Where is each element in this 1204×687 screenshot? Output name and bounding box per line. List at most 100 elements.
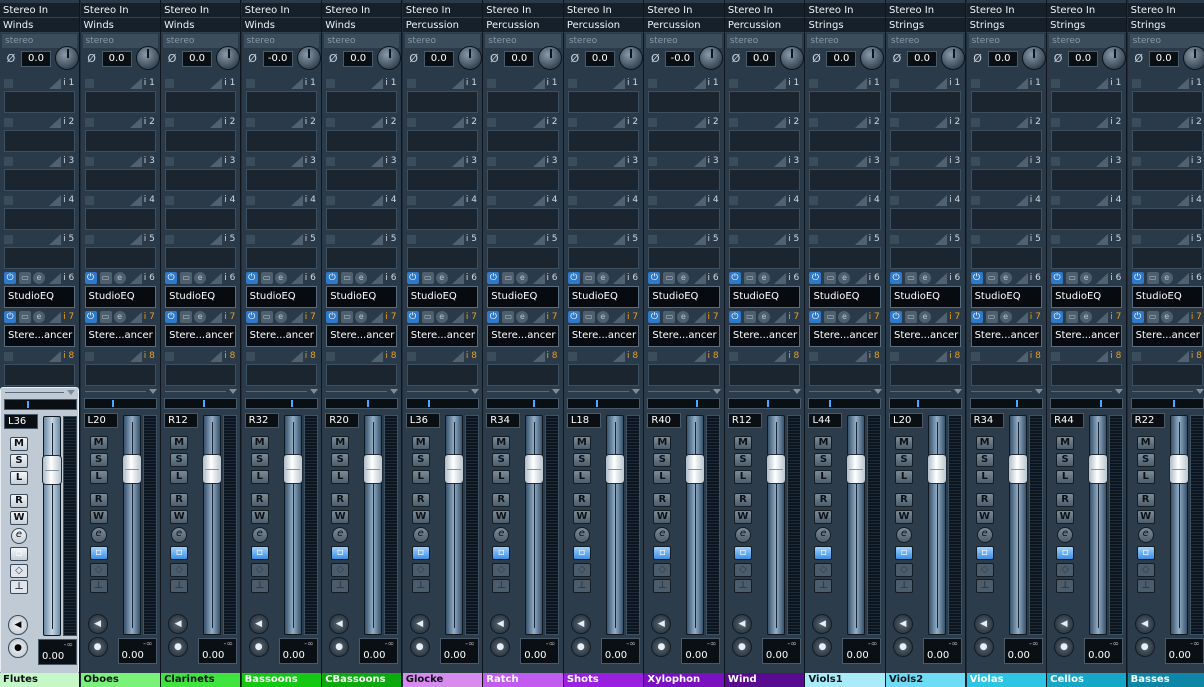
insert-bypass-icon[interactable]: ▭	[180, 272, 193, 284]
pan-slider[interactable]	[405, 398, 479, 409]
monitor-icon[interactable]: ▫	[572, 546, 591, 560]
insert-bypass-icon[interactable]: ▭	[905, 272, 918, 284]
phase-invert-button[interactable]: Ø	[3, 52, 19, 66]
listen-button[interactable]: L	[411, 470, 430, 484]
edit-channel-button[interactable]: e	[815, 527, 832, 543]
edit-channel-button[interactable]: e	[654, 527, 671, 543]
insert-bypass-icon[interactable]: ▭	[99, 311, 112, 323]
insert-bypass-icon[interactable]: ▭	[19, 272, 31, 284]
channel-name[interactable]: Xylophon	[644, 673, 724, 687]
insert-edit-icon[interactable]: e	[999, 311, 1012, 323]
routing-icon[interactable]: ⊥	[250, 579, 269, 593]
insert-edit-icon[interactable]: e	[1160, 272, 1173, 284]
pan-slider[interactable]	[566, 398, 640, 409]
insert-edit-icon[interactable]: e	[435, 272, 448, 284]
pan-slider[interactable]	[727, 398, 801, 409]
edit-channel-button[interactable]: e	[11, 528, 27, 544]
insert-edit-icon[interactable]: e	[274, 272, 287, 284]
input-gain-field[interactable]: 0.0	[423, 51, 454, 67]
routing-icon[interactable]: ⊥	[1136, 579, 1155, 593]
write-automation-button[interactable]: W	[572, 510, 591, 524]
monitor-icon[interactable]: ▫	[653, 546, 672, 560]
insert-slot-plugin[interactable]: Stere...ancer	[1131, 325, 1203, 347]
volume-fader-track[interactable]	[1088, 415, 1109, 635]
read-automation-button[interactable]: R	[170, 493, 189, 507]
insert-slot-plugin[interactable]: Stere...ancer	[970, 325, 1042, 347]
insert-slot-empty[interactable]	[4, 91, 76, 113]
volume-field[interactable]: -∞ 0.00	[198, 638, 238, 664]
speaker-icon[interactable]: ◀	[329, 614, 350, 634]
volume-fader-handle[interactable]	[1168, 454, 1189, 484]
speaker-icon[interactable]: ◀	[1054, 614, 1075, 634]
insert-edit-icon[interactable]: e	[1080, 311, 1093, 323]
insert-slot-plugin[interactable]: Stere...ancer	[406, 325, 478, 347]
input-routing[interactable]: Stereo In	[563, 3, 644, 18]
solo-button[interactable]: S	[1056, 453, 1075, 467]
gain-knob[interactable]	[457, 46, 482, 70]
insert-slot-plugin[interactable]: StudioEQ	[84, 286, 156, 308]
channel-name[interactable]: CBassoons	[322, 673, 402, 687]
insert-bypass-icon[interactable]: ▭	[99, 272, 112, 284]
speaker-icon[interactable]: ◀	[651, 614, 672, 634]
volume-field[interactable]: -∞ 0.00	[439, 638, 479, 664]
speaker-icon[interactable]: ◀	[409, 614, 430, 634]
record-enable-icon[interactable]: ●	[731, 637, 752, 657]
volume-fader-handle[interactable]	[282, 454, 303, 484]
solo-button[interactable]: S	[411, 453, 430, 467]
group-routing[interactable]: Winds	[80, 18, 160, 33]
insert-slot-empty[interactable]	[648, 169, 720, 191]
insert-bypass-icon[interactable]: ◇	[10, 564, 28, 578]
insert-bypass-icon[interactable]: ▭	[1066, 311, 1079, 323]
routing-icon[interactable]: ⊥	[89, 579, 108, 593]
listen-button[interactable]: L	[653, 470, 672, 484]
channel-name[interactable]: Clarinets	[161, 673, 241, 687]
fader-menu-arrow-icon[interactable]	[1195, 389, 1204, 394]
insert-edit-icon[interactable]: e	[677, 272, 690, 284]
insert-bypass-icon[interactable]: ▭	[743, 311, 756, 323]
pan-value[interactable]: R22	[1130, 413, 1165, 428]
read-automation-button[interactable]: R	[733, 493, 752, 507]
monitor-icon[interactable]: ▫	[89, 546, 108, 560]
insert-slot-empty[interactable]	[1051, 208, 1123, 230]
pan-slider[interactable]	[83, 398, 157, 409]
insert-power-icon[interactable]: ⏻	[245, 311, 258, 323]
insert-power-icon[interactable]: ⏻	[326, 272, 339, 284]
insert-edit-icon[interactable]: e	[194, 311, 207, 323]
insert-slot-empty[interactable]	[809, 208, 881, 230]
insert-slot-empty[interactable]	[728, 208, 801, 230]
fader-menu-arrow-icon[interactable]	[390, 389, 399, 394]
volume-field[interactable]: -∞ 0.00	[1084, 638, 1124, 664]
insert-slot-empty[interactable]	[245, 247, 317, 269]
record-enable-icon[interactable]: ●	[893, 637, 914, 657]
pan-slider[interactable]	[969, 398, 1043, 409]
insert-bypass-icon[interactable]: ◇	[975, 563, 994, 577]
insert-bypass-icon[interactable]: ▭	[582, 272, 595, 284]
insert-slot-plugin[interactable]: StudioEQ	[406, 286, 478, 308]
channel-name[interactable]: Viols1	[805, 673, 885, 687]
insert-slot-empty[interactable]	[245, 364, 317, 386]
listen-button[interactable]: L	[733, 470, 752, 484]
speaker-icon[interactable]: ◀	[893, 614, 914, 634]
pan-slider[interactable]	[486, 398, 560, 409]
write-automation-button[interactable]: W	[733, 510, 752, 524]
insert-bypass-icon[interactable]: ▭	[985, 311, 998, 323]
insert-edit-icon[interactable]: e	[999, 272, 1012, 284]
input-routing[interactable]: Stereo In	[241, 3, 321, 18]
pan-value[interactable]: R32	[244, 413, 279, 428]
insert-slot-empty[interactable]	[728, 91, 801, 113]
record-enable-icon[interactable]: ●	[8, 638, 28, 658]
read-automation-button[interactable]: R	[331, 493, 350, 507]
insert-power-icon[interactable]: ⏻	[1131, 272, 1144, 284]
volume-fader-track[interactable]	[685, 415, 706, 635]
insert-slot-empty[interactable]	[84, 364, 156, 386]
fader-menu-arrow-icon[interactable]	[632, 389, 641, 394]
listen-button[interactable]: L	[895, 470, 914, 484]
listen-button[interactable]: L	[572, 470, 591, 484]
insert-bypass-icon[interactable]: ◇	[733, 563, 752, 577]
insert-power-icon[interactable]: ⏻	[567, 272, 580, 284]
insert-slot-plugin[interactable]: Stere...ancer	[567, 325, 640, 347]
pan-value[interactable]: R34	[969, 413, 1004, 428]
insert-slot-empty[interactable]	[890, 247, 962, 269]
routing-icon[interactable]: ⊥	[895, 579, 914, 593]
insert-power-icon[interactable]: ⏻	[487, 272, 500, 284]
